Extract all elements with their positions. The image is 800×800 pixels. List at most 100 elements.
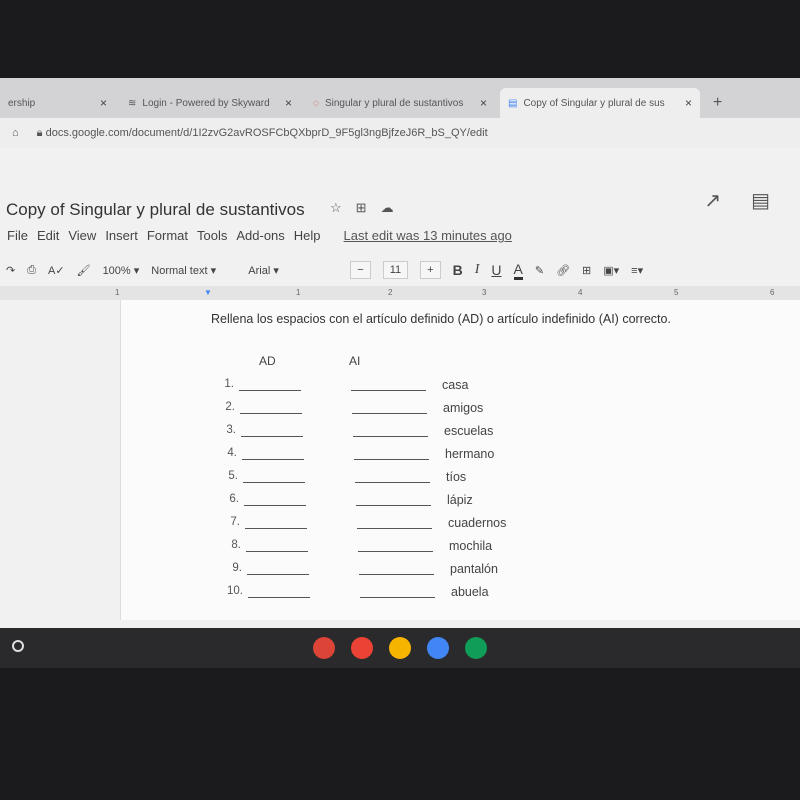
menu-insert[interactable]: Insert [105,228,138,243]
font-size-decrease[interactable]: − [350,261,371,279]
tab-label: ership [8,97,36,109]
align-icon[interactable]: ≡▾ [631,264,643,277]
ad-blank[interactable] [240,413,302,414]
noun-word: tíos [446,470,467,484]
zoom-select[interactable]: 100% ▾ [103,264,140,277]
underline-button[interactable]: U [491,262,501,278]
style-select[interactable]: Normal text ▾ [151,264,236,277]
ad-blank[interactable] [241,436,303,437]
font-size-input[interactable]: 11 [382,261,409,279]
item-number: 9. [232,562,242,574]
close-icon[interactable]: × [685,96,692,110]
print-icon[interactable]: ⎙ [27,264,36,277]
ai-blank[interactable] [360,597,435,598]
ruler-mark: 1 [115,288,120,297]
ruler[interactable]: 1 ▼ 1 2 3 4 5 6 [0,286,800,300]
spellcheck-icon[interactable]: A✓ [48,264,65,277]
menu-view[interactable]: View [68,228,96,243]
font-size-increase[interactable]: + [420,261,441,279]
redo-icon[interactable]: ↷ [6,264,15,277]
noun-word: casa [442,378,469,392]
cloud-saved-icon: ☁ [380,200,394,215]
close-icon[interactable]: × [100,96,107,110]
chrome-icon[interactable] [313,637,335,659]
ad-blank[interactable] [242,459,304,460]
highlight-icon[interactable]: ✎ [535,264,544,277]
menu-edit[interactable]: Edit [37,228,59,243]
docs-icon: ▤ [508,97,518,109]
address-bar[interactable]: ⌂ 🔒︎ docs.google.com/document/d/1I2zvG2a… [0,118,800,148]
ai-blank[interactable] [359,574,434,575]
instruction-text: Rellena los espacios con el artículo def… [211,312,671,326]
ai-blank[interactable] [355,482,430,483]
menu-file[interactable]: File [7,228,28,243]
ai-blank[interactable] [357,528,432,529]
zoom-value: 100% [102,264,131,277]
insert-image-icon[interactable]: ▣▾ [603,264,619,277]
star-icon[interactable]: ☆ [330,200,342,216]
ad-blank[interactable] [243,482,305,483]
tab-skyward[interactable]: ≋ Login - Powered by Skyward × [120,88,300,118]
item-number: 10. [227,585,243,597]
ai-blank[interactable] [351,390,426,391]
ad-blank[interactable] [248,597,310,598]
menu-format[interactable]: Format [147,228,188,243]
exercise-row: 5. tíos [210,470,466,490]
taskbar [0,628,800,668]
ai-blank[interactable] [356,505,431,506]
home-icon[interactable]: ⌂ [12,127,19,139]
document-page[interactable]: Rellena los espacios con el artículo def… [120,300,800,620]
tab-singular-plural[interactable]: ◌ Singular y plural de sustantivos × [305,88,495,118]
text-color-button[interactable]: A [513,261,523,280]
new-tab-button[interactable]: + [705,88,730,118]
noun-word: pantalón [450,562,498,576]
ai-blank[interactable] [353,436,428,437]
item-number: 5. [228,470,238,482]
play-store-icon[interactable] [465,637,487,659]
tab-bar: ership × ≋ Login - Powered by Skyward × ◌ Si… [0,78,800,118]
noun-word: hermano [445,447,495,461]
style-value: Normal text [151,264,208,277]
comments-icon[interactable]: ▤ [751,188,770,213]
launcher-icon[interactable] [12,640,24,652]
activity-trend-icon[interactable]: ↗ [704,188,721,213]
ad-blank[interactable] [246,551,308,552]
noun-word: amigos [443,401,484,415]
tab-membership[interactable]: ership × [0,88,115,118]
toolbar: ↷ ⎙ A✓ 🖌︎ 100% ▾ Normal text ▾ Arial ▾ −… [0,256,800,284]
item-number: 3. [226,424,236,436]
add-comment-icon[interactable]: ⊞ [582,264,591,277]
ai-blank[interactable] [358,551,433,552]
url-text: docs.google.com/document/d/1I2zvG2avROSF… [45,126,488,139]
ad-blank[interactable] [245,528,307,529]
exercise-row: 6. lápiz [211,493,472,513]
gmail-icon[interactable] [351,637,373,659]
italic-button[interactable]: I [475,262,480,278]
last-edit-link[interactable]: Last edit was 13 minutes ago [344,228,512,243]
ad-blank[interactable] [244,505,306,506]
noun-word: abuela [451,585,489,599]
loading-icon: ◌ [313,97,319,109]
exercise-row: 9. pantalón [214,562,498,582]
ai-blank[interactable] [354,459,429,460]
ai-blank[interactable] [352,413,427,414]
item-number: 8. [231,539,241,551]
ad-blank[interactable] [239,390,301,391]
google-docs-icon[interactable] [427,637,449,659]
noun-word: lápiz [447,493,473,507]
menu-help[interactable]: Help [294,228,321,243]
font-select[interactable]: Arial ▾ [248,264,338,277]
doc-title[interactable]: Copy of Singular y plural de sustantivos [6,200,305,220]
close-icon[interactable]: × [285,96,292,110]
close-icon[interactable]: × [480,96,487,110]
ad-blank[interactable] [247,574,309,575]
indent-marker-icon[interactable]: ▼ [204,288,212,297]
menu-addons[interactable]: Add-ons [236,228,284,243]
paint-format-icon[interactable]: 🖌︎ [77,264,91,277]
google-photos-icon[interactable] [389,637,411,659]
tab-copy-doc[interactable]: ▤ Copy of Singular y plural de sus × [500,88,700,118]
menu-tools[interactable]: Tools [197,228,227,243]
bold-button[interactable]: B [453,262,463,278]
move-folder-icon[interactable]: ⊞ [356,200,367,216]
link-icon[interactable]: 🔗︎ [556,264,570,277]
